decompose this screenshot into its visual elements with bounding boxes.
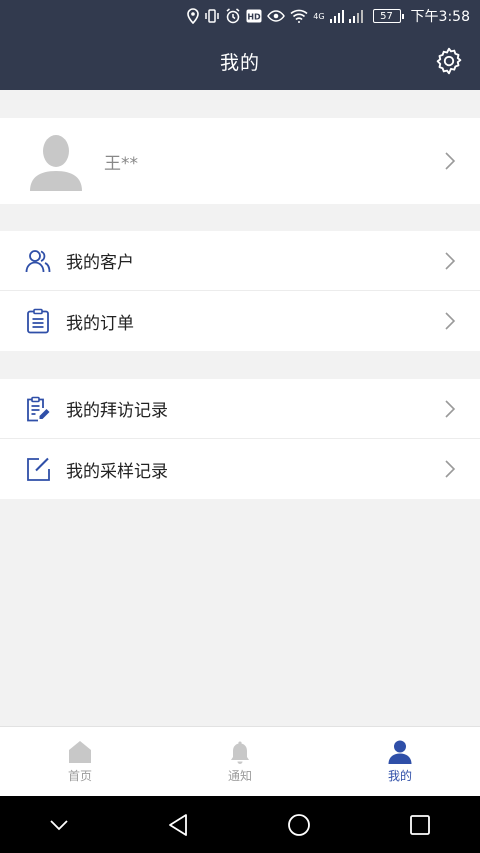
home-circle-icon[interactable]	[287, 813, 311, 837]
menu-item-visit-records[interactable]: 我的拜访记录	[0, 379, 480, 439]
status-icons: HD 4G	[187, 8, 363, 24]
tab-profile[interactable]: 我的	[320, 727, 480, 796]
visit-record-icon	[27, 396, 50, 421]
tab-notifications[interactable]: 通知	[160, 727, 320, 796]
signal-icon-2	[348, 10, 363, 23]
location-icon	[187, 8, 200, 24]
network-type: 4G	[313, 12, 325, 21]
app-header: 我的	[0, 32, 480, 90]
edit-square-icon	[27, 457, 50, 481]
profile-name: 王**	[104, 153, 138, 174]
chevron-right-icon	[445, 460, 456, 478]
alarm-icon	[226, 8, 240, 24]
tab-label: 首页	[67, 769, 92, 783]
menu-item-label: 我的客户	[66, 253, 134, 273]
system-nav-bar	[0, 796, 480, 853]
home-icon	[69, 741, 91, 763]
vibrate-icon	[205, 9, 219, 23]
status-bar: HD 4G 57 下午3:58	[0, 0, 480, 32]
hd-icon: HD	[246, 9, 262, 23]
menu-item-customers[interactable]: 我的客户	[0, 231, 480, 291]
clock: 下午3:58	[410, 9, 470, 25]
battery-indicator: 57	[372, 9, 404, 23]
recents-square-icon[interactable]	[409, 814, 431, 836]
wifi-icon	[290, 9, 308, 23]
tab-label: 通知	[227, 769, 252, 783]
svg-text:HD: HD	[248, 13, 262, 22]
user-silhouette-icon	[30, 135, 82, 191]
chevron-right-icon	[445, 312, 456, 330]
menu-item-label: 我的采样记录	[66, 461, 168, 482]
tab-home[interactable]: 首页	[0, 727, 160, 796]
menu-item-label: 我的订单	[66, 313, 134, 334]
profile-card[interactable]: 王**	[0, 118, 480, 204]
back-icon[interactable]	[167, 813, 189, 837]
bottom-tab-bar: 首页 通知 我的	[0, 726, 480, 796]
chevron-down-icon[interactable]	[49, 819, 69, 831]
bell-icon	[231, 741, 249, 764]
menu-item-sampling-records[interactable]: 我的采样记录	[0, 439, 480, 499]
chevron-right-icon	[445, 399, 456, 418]
eye-icon	[267, 10, 286, 22]
page-title: 我的	[219, 51, 260, 74]
menu-group-records: 我的拜访记录 我的采样记录	[0, 379, 480, 499]
signal-icon	[329, 10, 344, 23]
gear-icon[interactable]	[434, 46, 464, 76]
person-icon	[388, 740, 412, 764]
menu-item-orders[interactable]: 我的订单	[0, 291, 480, 351]
chevron-right-icon	[445, 251, 456, 270]
menu-item-label: 我的拜访记录	[66, 401, 168, 421]
chevron-right-icon	[445, 152, 456, 170]
clipboard-icon	[27, 308, 49, 334]
menu-group-primary: 我的客户 我的订单	[0, 231, 480, 351]
customers-icon	[25, 249, 51, 272]
tab-label: 我的	[387, 769, 412, 783]
